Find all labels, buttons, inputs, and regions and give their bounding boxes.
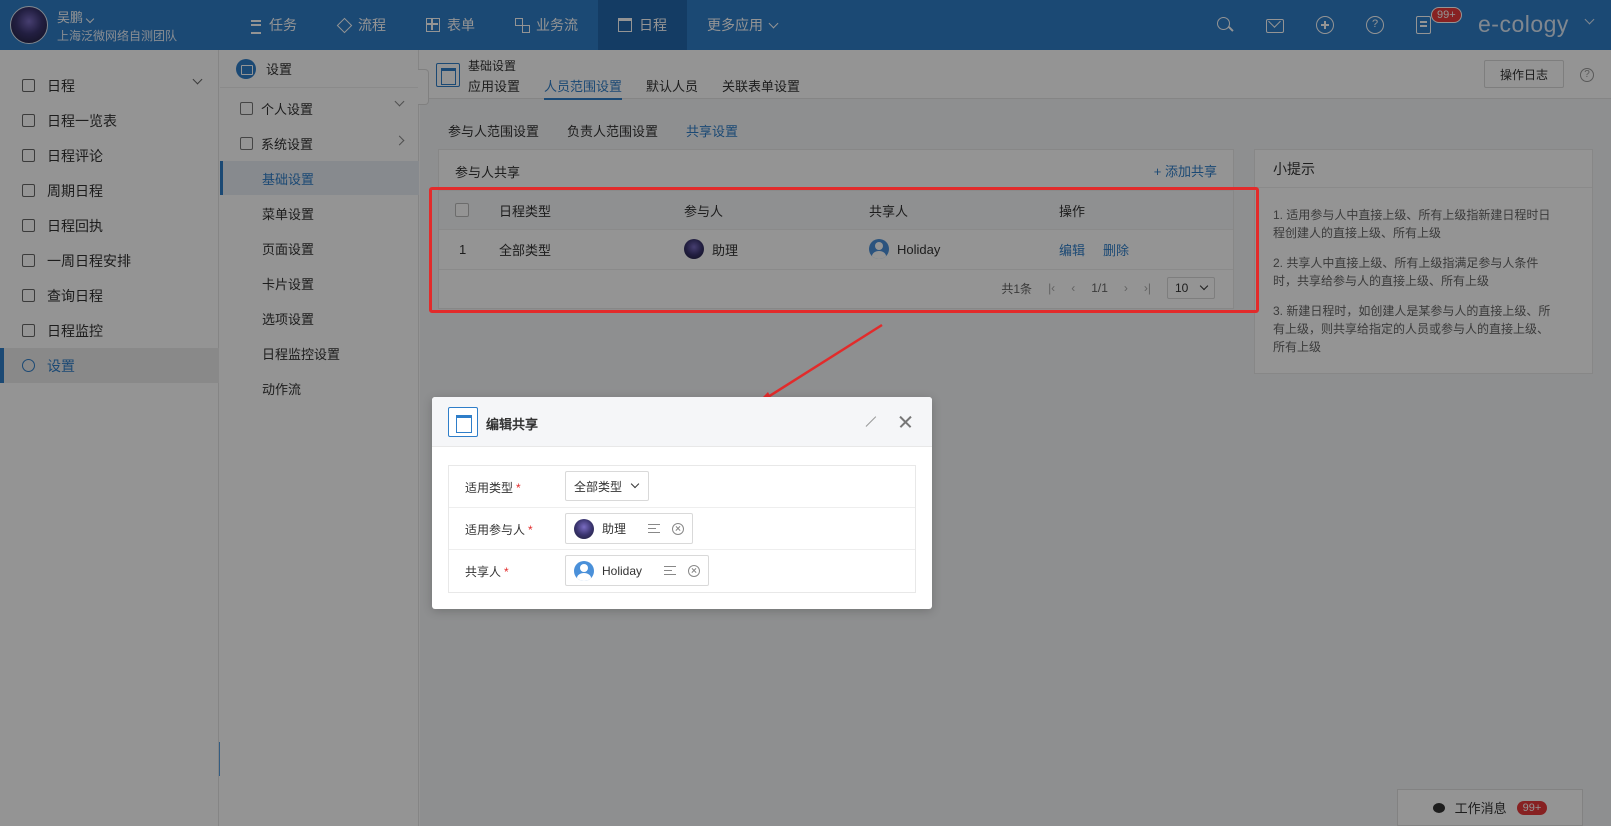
avatar: [574, 518, 594, 539]
chevron-down-icon: [630, 479, 640, 489]
sharer-picker[interactable]: Holiday: [565, 555, 710, 586]
field-label: 适用类型 *: [465, 481, 521, 495]
list-icon[interactable]: [648, 524, 661, 533]
clear-icon[interactable]: [688, 564, 701, 577]
clear-icon[interactable]: [672, 522, 685, 535]
user-icon: [574, 560, 594, 581]
dialog-title: 编辑共享: [486, 417, 539, 432]
field-label: 共享人 *: [465, 565, 509, 579]
participant-picker[interactable]: 助理: [565, 513, 694, 544]
form-row-type: 适用类型 * 全部类型: [449, 466, 915, 508]
share-form: 适用类型 * 全部类型 适用参与人 * 助理 共享人 * Holiday: [448, 465, 916, 593]
dialog-header: 编辑共享: [432, 397, 932, 447]
form-row-participant: 适用参与人 * 助理: [449, 508, 915, 550]
close-icon[interactable]: [898, 415, 912, 429]
expand-icon[interactable]: [864, 416, 876, 428]
field-label: 适用参与人 *: [465, 523, 533, 537]
edit-share-dialog: 编辑共享 适用类型 * 全部类型 适用参与人 * 助理 共享人 * Holiday: [432, 397, 932, 609]
calendar-icon: [448, 407, 478, 437]
list-icon[interactable]: [664, 566, 677, 575]
type-select[interactable]: 全部类型: [565, 471, 650, 501]
form-row-sharer: 共享人 * Holiday: [449, 550, 915, 592]
